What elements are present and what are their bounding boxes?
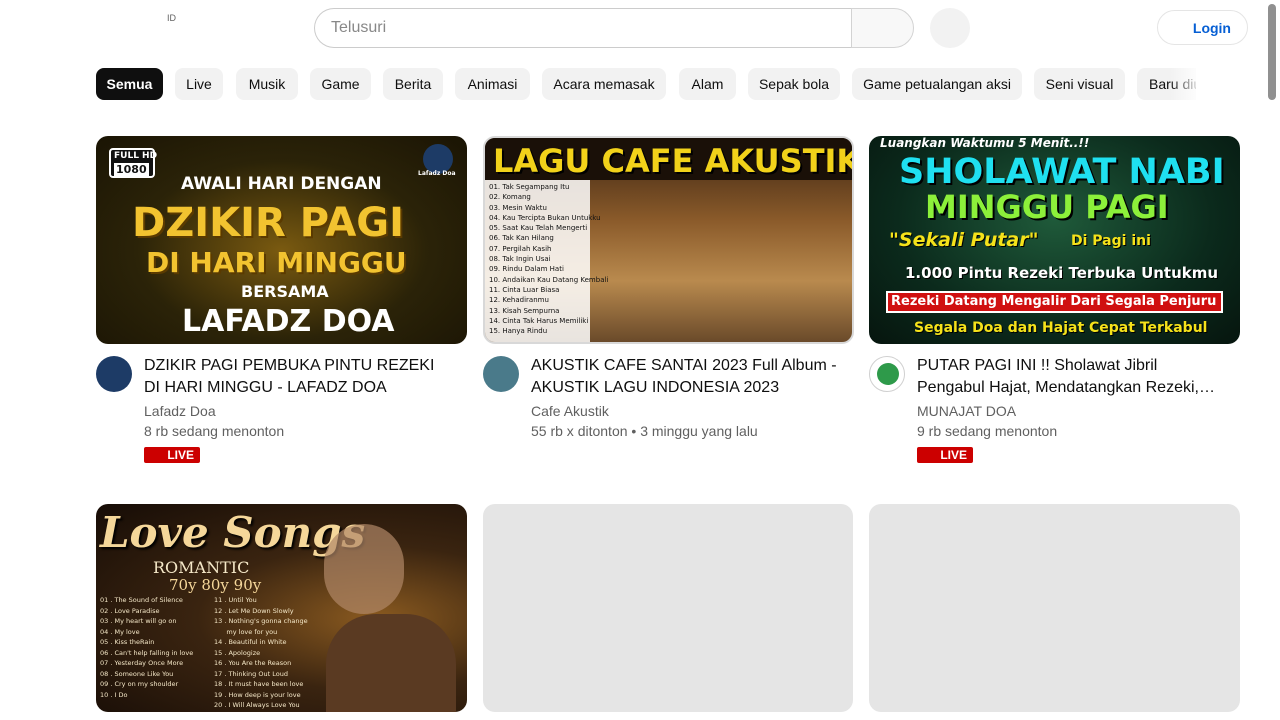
search-input[interactable]: Telusuri [314, 8, 851, 48]
search-button[interactable] [851, 8, 914, 48]
chip-nature[interactable]: Alam [679, 68, 736, 100]
chip-all[interactable]: Semua [96, 68, 163, 100]
login-button[interactable]: Login [1157, 10, 1248, 45]
chip-fade [1170, 64, 1210, 104]
singer-figure [324, 524, 404, 614]
video-thumbnail[interactable]: Love Songs ROMANTIC 70y 80y 90y 01 . The… [96, 504, 467, 712]
chip-action-adventure[interactable]: Game petualangan aksi [852, 68, 1022, 100]
channel-name[interactable]: Cafe Akustik [531, 403, 609, 419]
chip-football[interactable]: Sepak bola [748, 68, 840, 100]
video-thumbnail[interactable]: FULL HD 1080 Lafadz Doa AWALI HARI DENGA… [96, 136, 467, 344]
country-code: ID [167, 13, 176, 23]
video-thumbnail-placeholder[interactable] [869, 504, 1240, 712]
hd-badge: FULL HD 1080 [109, 148, 157, 178]
chip-live[interactable]: Live [175, 68, 223, 100]
live-badge: LIVE [144, 447, 200, 463]
channel-name[interactable]: MUNAJAT DOA [917, 403, 1016, 419]
chip-game[interactable]: Game [310, 68, 371, 100]
chip-music[interactable]: Musik [236, 68, 298, 100]
video-title[interactable]: AKUSTIK CAFE SANTAI 2023 Full Album - AK… [531, 355, 841, 399]
channel-avatar[interactable] [869, 356, 905, 392]
search-bar: Telusuri [314, 8, 914, 48]
video-meta: 55 rb x ditonton • 3 minggu yang lalu [531, 423, 758, 439]
guitar-figure [326, 614, 456, 712]
video-thumbnail-placeholder[interactable] [483, 504, 853, 712]
live-badge: LIVE [917, 447, 973, 463]
channel-name[interactable]: Lafadz Doa [144, 403, 216, 419]
video-title[interactable]: DZIKIR PAGI PEMBUKA PINTU REZEKI DI HARI… [144, 355, 454, 399]
video-meta: 9 rb sedang menonton [917, 423, 1058, 439]
video-title[interactable]: PUTAR PAGI INI !! Sholawat Jibril Pengab… [917, 355, 1227, 399]
youtube-logo[interactable] [104, 10, 174, 40]
chip-cooking[interactable]: Acara memasak [542, 68, 666, 100]
category-chip-bar: Semua Live Musik Game Berita Animasi Aca… [96, 68, 1196, 100]
channel-avatar[interactable] [96, 356, 132, 392]
video-thumbnail[interactable]: Luangkan Waktumu 5 Menit..!! SHOLAWAT NA… [869, 136, 1240, 344]
video-thumbnail[interactable]: LAGU CAFE AKUSTIK 01. Tak Segampang Itu … [483, 136, 854, 344]
voice-search-button[interactable] [930, 8, 970, 48]
login-label: Login [1192, 19, 1231, 36]
channel-avatar[interactable] [483, 356, 519, 392]
masthead: ID Telusuri Login [0, 0, 1280, 56]
page-scrollbar[interactable] [1268, 4, 1276, 100]
chip-animation[interactable]: Animasi [455, 68, 530, 100]
chip-visual-arts[interactable]: Seni visual [1034, 68, 1125, 100]
video-meta: 8 rb sedang menonton [144, 423, 285, 439]
avatar-mark-icon [877, 363, 899, 385]
chip-news[interactable]: Berita [383, 68, 443, 100]
